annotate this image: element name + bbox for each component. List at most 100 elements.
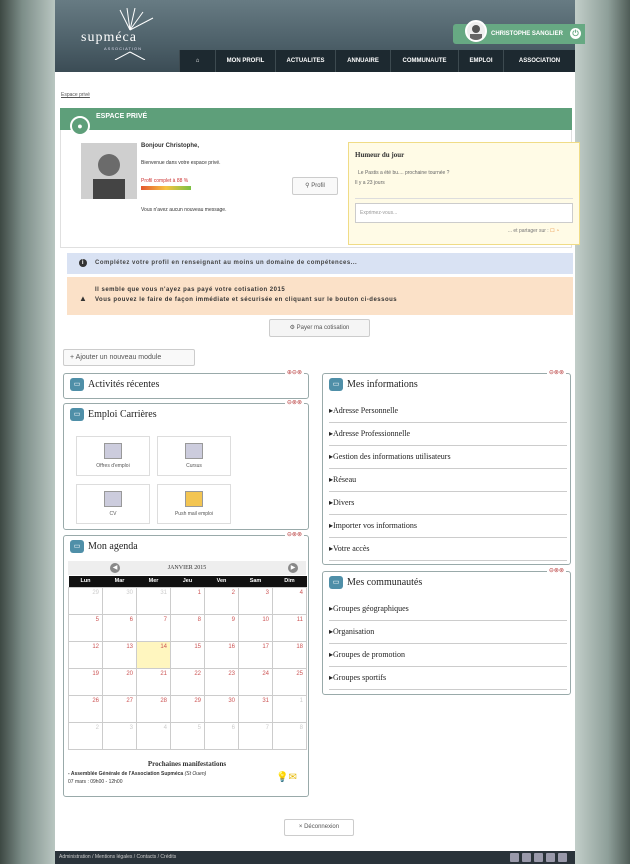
panel-controls[interactable]: ⊖⊗⊗: [284, 399, 304, 406]
next-month-button[interactable]: ▶: [288, 563, 298, 573]
list-item[interactable]: ▸Votre accès: [329, 538, 567, 561]
calendar-day[interactable]: 7: [238, 721, 273, 750]
calendar-day[interactable]: 17: [238, 640, 273, 669]
calendar-day[interactable]: 10: [238, 613, 273, 642]
calendar-day[interactable]: 30: [102, 586, 137, 615]
calendar-day[interactable]: 29: [170, 694, 205, 723]
tile-push[interactable]: Push mail emploi: [157, 484, 231, 524]
list-item[interactable]: ▸Réseau: [329, 469, 567, 492]
calendar-day[interactable]: 12: [68, 640, 103, 669]
calendar-day[interactable]: 4: [136, 721, 171, 750]
calendar-day[interactable]: 2: [204, 586, 239, 615]
calendar-day[interactable]: 6: [102, 613, 137, 642]
panel-agenda: ▭ Mon agenda ⊖⊗⊗ JANVIER 2015 ◀ ▶ Lun Mar M…: [63, 531, 309, 797]
events-title: Prochaines manifestations: [147, 760, 227, 768]
nav-actualites[interactable]: ACTUALITES: [275, 50, 335, 72]
breadcrumb[interactable]: Espace privé: [61, 92, 90, 98]
calendar-day[interactable]: 3: [238, 586, 273, 615]
calendar-day[interactable]: 3: [102, 721, 137, 750]
calendar-day[interactable]: 11: [272, 613, 307, 642]
list-item[interactable]: ▸Groupes sportifs: [329, 667, 567, 690]
list-item[interactable]: ▸Groupes géographiques: [329, 598, 567, 621]
calendar-day[interactable]: 19: [68, 667, 103, 696]
home-icon[interactable]: ⌂: [179, 50, 215, 72]
calendar-day[interactable]: 9: [204, 613, 239, 642]
logout-button[interactable]: × Déconnexion: [284, 819, 354, 836]
linkedin-icon[interactable]: [534, 853, 543, 862]
panel-title-text: Mes informations: [347, 379, 418, 390]
panel-controls[interactable]: ⊖⊗⊗: [284, 531, 304, 538]
footer-links[interactable]: Administration / Mentions légales / Cont…: [59, 854, 176, 860]
facebook-icon[interactable]: [522, 853, 531, 862]
user-name: CHRISTOPHE SANGLIER: [491, 31, 563, 37]
bulb-icon[interactable]: 💡✉: [276, 772, 297, 783]
calendar-day[interactable]: 24: [238, 667, 273, 696]
pay-button[interactable]: ⚙ Payer ma cotisation: [269, 319, 370, 337]
avatar: [465, 20, 487, 42]
user-menu[interactable]: CHRISTOPHE SANGLIER ⏻: [453, 20, 585, 44]
calendar-day[interactable]: 2: [68, 721, 103, 750]
tile-cv[interactable]: CV: [76, 484, 150, 524]
calendar-day[interactable]: 13: [102, 640, 137, 669]
calendar-day[interactable]: 30: [204, 694, 239, 723]
power-icon[interactable]: ⏻: [570, 28, 581, 39]
tile-cursus[interactable]: Cursus: [157, 436, 231, 476]
calendar-day[interactable]: 27: [102, 694, 137, 723]
calendar-day[interactable]: 31: [136, 586, 171, 615]
list-item[interactable]: ▸Groupes de promotion: [329, 644, 567, 667]
calendar-day[interactable]: 18: [272, 640, 307, 669]
weekday-header: Jeu: [170, 576, 205, 587]
info-banner: i Complétez votre profil en renseignant …: [67, 253, 573, 274]
list-item[interactable]: ▸Adresse Personnelle: [329, 400, 567, 423]
nav-communaute[interactable]: COMMUNAUTE: [390, 50, 458, 72]
calendar-day[interactable]: 15: [170, 640, 205, 669]
calendar-day[interactable]: 6: [204, 721, 239, 750]
share-icon[interactable]: ☐ ◔: [550, 228, 559, 234]
calendar-day[interactable]: 14: [136, 640, 171, 669]
calendar-day[interactable]: 16: [204, 640, 239, 669]
calendar-day[interactable]: 4: [272, 586, 307, 615]
nav-emploi[interactable]: EMPLOI: [458, 50, 503, 72]
twitter-icon[interactable]: [546, 853, 555, 862]
calendar-day[interactable]: 28: [136, 694, 171, 723]
add-module-button[interactable]: + Ajouter un nouveau module: [63, 349, 195, 366]
list-item[interactable]: ▸Adresse Professionnelle: [329, 423, 567, 446]
list-item[interactable]: ▸Organisation: [329, 621, 567, 644]
background-left: [0, 0, 55, 864]
calendar-day[interactable]: 8: [272, 721, 307, 750]
profile-button[interactable]: ⚲ Profil: [292, 177, 338, 195]
calendar-day[interactable]: 21: [136, 667, 171, 696]
panel-controls[interactable]: ⊖⊗⊗: [546, 369, 566, 376]
social-links: [510, 853, 567, 862]
chat-icon: ▭: [70, 540, 84, 553]
rss-icon[interactable]: [510, 853, 519, 862]
list-item[interactable]: ▸Divers: [329, 492, 567, 515]
list-item[interactable]: ▸Importer vos informations: [329, 515, 567, 538]
panel-controls[interactable]: ⊖⊗⊗: [546, 567, 566, 574]
tile-offres[interactable]: Offres d'emploi: [76, 436, 150, 476]
calendar-day[interactable]: 8: [170, 613, 205, 642]
prev-month-button[interactable]: ◀: [110, 563, 120, 573]
panel-title-text: Mon agenda: [88, 541, 138, 552]
viadeo-icon[interactable]: [558, 853, 567, 862]
calendar-day[interactable]: 26: [68, 694, 103, 723]
calendar-day[interactable]: 20: [102, 667, 137, 696]
panel-infos: ▭ Mes informations ⊖⊗⊗ ▸Adresse Personnel…: [322, 369, 571, 565]
calendar-day[interactable]: 23: [204, 667, 239, 696]
event-item[interactable]: - Assemblée Générale de l'Association Su…: [68, 771, 206, 777]
calendar-day[interactable]: 31: [238, 694, 273, 723]
calendar-day[interactable]: 1: [170, 586, 205, 615]
calendar-day[interactable]: 22: [170, 667, 205, 696]
calendar-day[interactable]: 5: [68, 613, 103, 642]
calendar-day[interactable]: 5: [170, 721, 205, 750]
list-item[interactable]: ▸Gestion des informations utilisateurs: [329, 446, 567, 469]
calendar-day[interactable]: 7: [136, 613, 171, 642]
nav-association[interactable]: ASSOCIATION: [503, 50, 575, 72]
nav-mon-profil[interactable]: MON PROFIL: [215, 50, 275, 72]
calendar-day[interactable]: 29: [68, 586, 103, 615]
mood-input[interactable]: Exprimez-vous...: [355, 203, 573, 223]
nav-annuaire[interactable]: ANNUAIRE: [335, 50, 390, 72]
panel-controls[interactable]: ⊕⊖⊗: [284, 369, 304, 376]
calendar-day[interactable]: 1: [272, 694, 307, 723]
calendar-day[interactable]: 25: [272, 667, 307, 696]
